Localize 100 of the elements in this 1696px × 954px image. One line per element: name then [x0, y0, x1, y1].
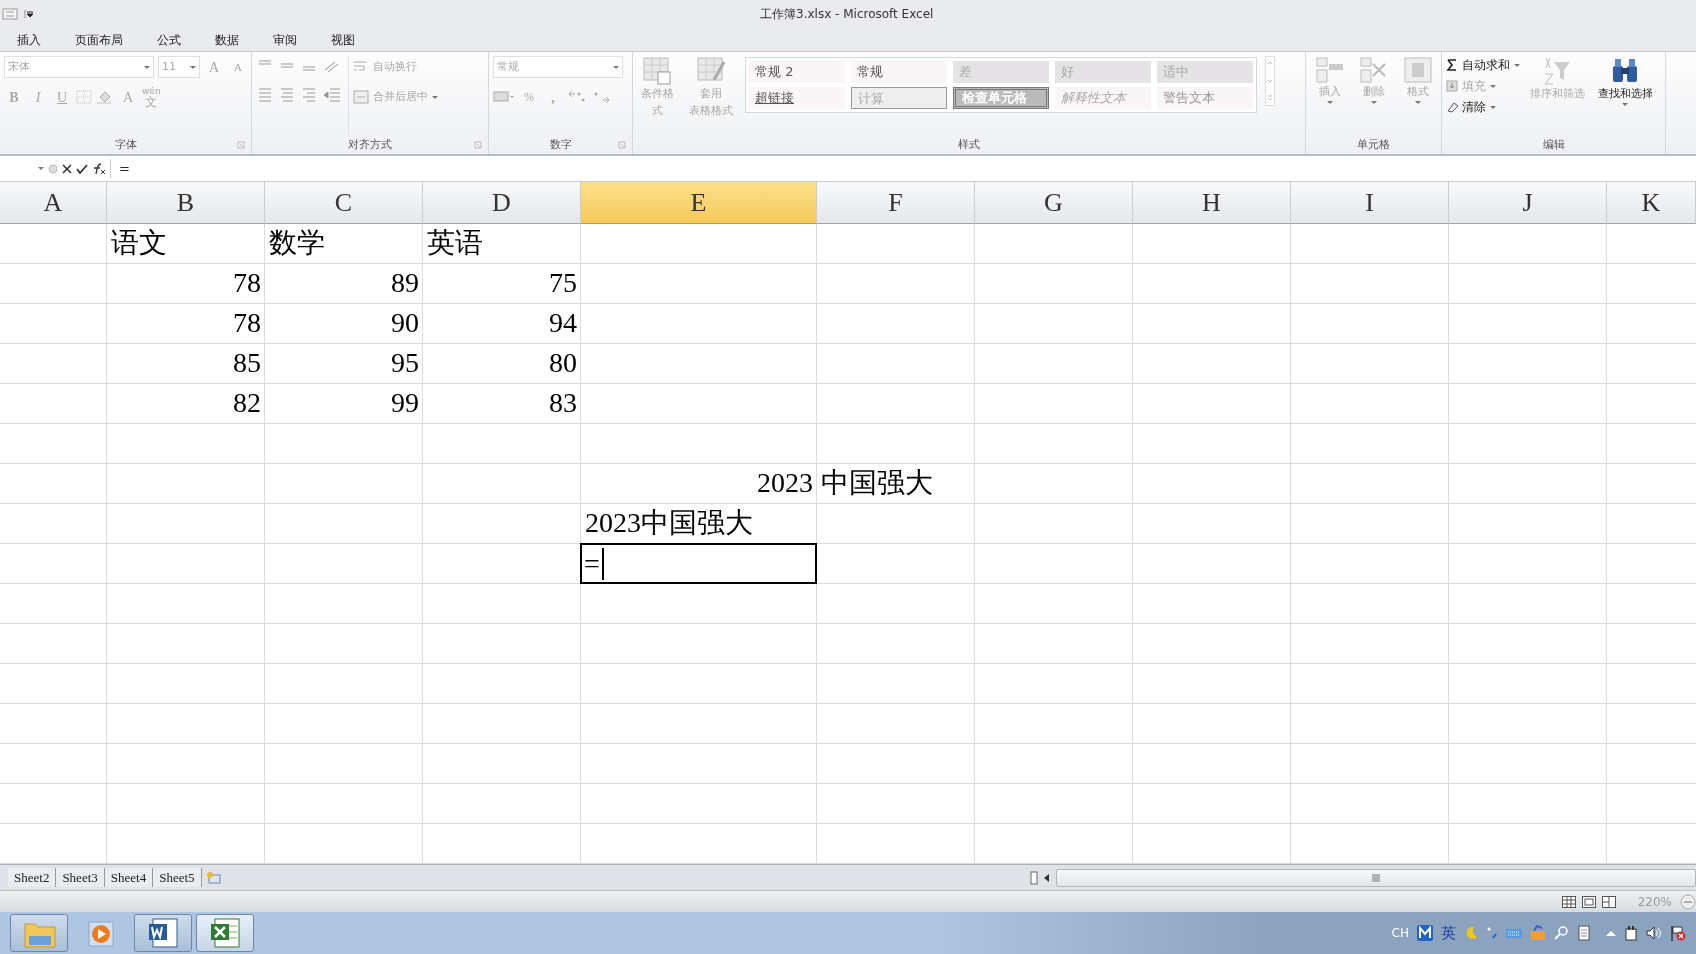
window-title: 工作簿3.xlsx - Microsoft Excel	[760, 6, 934, 23]
cell-text: 95	[391, 346, 419, 380]
caret-icon	[1490, 84, 1496, 88]
ribbon-tab[interactable]: 插入	[0, 30, 58, 49]
window-menu-icon[interactable]	[2, 8, 18, 20]
caret-icon	[38, 167, 44, 170]
cell-text: 78	[233, 306, 261, 340]
new-sheet-icon[interactable]	[205, 870, 222, 885]
cancel-icon[interactable]	[62, 163, 72, 174]
keyboard-icon[interactable]	[1506, 927, 1522, 939]
moon-icon[interactable]	[1464, 926, 1478, 940]
fill-down-icon	[1446, 80, 1458, 92]
customize-toolbar-icon[interactable]	[24, 10, 34, 18]
split-handle-icon[interactable]	[1030, 870, 1038, 885]
column-header[interactable]: B	[107, 182, 265, 224]
column-header[interactable]: A	[0, 182, 107, 224]
cell-text: 78	[233, 266, 261, 300]
taskbar-button[interactable]	[196, 914, 254, 952]
cell-text: 中国强大	[821, 466, 933, 500]
caret-icon	[190, 65, 196, 69]
dialog-launcher-icon[interactable]	[474, 141, 482, 149]
cell-text: 90	[391, 306, 419, 340]
cell-text: 英语	[427, 226, 483, 260]
column-header[interactable]: H	[1133, 182, 1291, 224]
show-hidden-icons-icon[interactable]	[1606, 930, 1616, 936]
cell-text: 83	[549, 386, 577, 420]
find-select-button[interactable]: 查找和选择	[1594, 56, 1656, 136]
caret-icon	[144, 65, 150, 69]
cell-text: 89	[391, 266, 419, 300]
column-header[interactable]: E	[581, 182, 817, 224]
format-cells-icon	[1403, 56, 1433, 84]
active-cell-editor[interactable]: =	[580, 543, 817, 584]
dialog-launcher-icon[interactable]	[237, 141, 245, 149]
search-icon[interactable]	[1554, 925, 1570, 941]
ribbon-tab[interactable]: 页面布局	[58, 30, 140, 49]
language-indicator[interactable]: CH	[1391, 924, 1409, 942]
table-icon	[642, 56, 672, 86]
caret-icon	[613, 65, 619, 69]
cell-text: 80	[549, 346, 577, 380]
zoom-level[interactable]: 220%	[1637, 892, 1672, 911]
insert-cells-icon	[1315, 56, 1345, 84]
enter-check-icon[interactable]	[76, 163, 88, 174]
wrap-text-icon	[353, 60, 369, 74]
cell-text: 75	[549, 266, 577, 300]
zoom-out-icon[interactable]	[1680, 893, 1696, 910]
group-label: 数字	[549, 137, 572, 153]
page-break-icon[interactable]	[1601, 895, 1616, 908]
caret-icon	[1371, 100, 1377, 104]
caret-icon	[432, 95, 438, 99]
column-header[interactable]: C	[265, 182, 423, 224]
cell-text: 85	[233, 346, 261, 380]
expand-handle-icon[interactable]	[48, 163, 58, 174]
ribbon-tab[interactable]: 数据	[198, 30, 256, 49]
normal-view-icon[interactable]	[1561, 895, 1576, 908]
ribbon-tab[interactable]: 视图	[314, 30, 372, 49]
column-header[interactable]: D	[423, 182, 581, 224]
cell-text: 数学	[269, 226, 325, 260]
sheet-tab[interactable]: Sheet4	[104, 867, 154, 888]
sort-filter-icon	[1542, 56, 1572, 86]
taskbar-button[interactable]	[134, 914, 192, 952]
formula-input[interactable]: =	[110, 158, 1696, 179]
caret-icon	[1327, 100, 1333, 104]
sheet-tab[interactable]: Sheet5	[153, 867, 202, 888]
column-header[interactable]: K	[1607, 182, 1696, 224]
eraser-icon	[1446, 101, 1458, 113]
cell-text: 语文	[111, 226, 167, 260]
power-plug-icon[interactable]	[1624, 925, 1638, 941]
sheet-tab[interactable]: Sheet2	[8, 867, 57, 888]
insert-function-icon[interactable]	[92, 162, 106, 175]
column-header[interactable]: F	[817, 182, 975, 224]
cell-text: 94	[549, 306, 577, 340]
punctuation-icon[interactable]	[1486, 926, 1498, 940]
action-center-flag-icon[interactable]	[1670, 925, 1686, 941]
cell-text: 2023	[757, 466, 813, 500]
group-label: 对齐方式	[348, 137, 392, 153]
ribbon-tab[interactable]: 审阅	[256, 30, 314, 49]
editing-clear-button[interactable]: 清除	[1446, 98, 1520, 116]
cell-text: 2023中国强大	[585, 506, 753, 540]
document-icon[interactable]	[1578, 925, 1592, 941]
editing-sum-button[interactable]: 自动求和	[1446, 56, 1520, 74]
ime-mode[interactable]: 英	[1441, 921, 1456, 945]
ribbon-tab[interactable]: 公式	[140, 30, 198, 49]
group-label: 字体	[114, 137, 137, 153]
group-label: 编辑	[1542, 137, 1565, 153]
column-header[interactable]: I	[1291, 182, 1449, 224]
column-header[interactable]: G	[975, 182, 1133, 224]
dialog-launcher-icon[interactable]	[618, 141, 626, 149]
caret-icon	[1415, 100, 1421, 104]
delete-cells-icon	[1359, 56, 1389, 84]
scroll-left-icon[interactable]	[1042, 872, 1052, 883]
grip-icon	[1372, 873, 1380, 882]
horizontal-scrollbar[interactable]	[1056, 868, 1696, 887]
merge-cells-icon	[353, 90, 369, 104]
caret-icon	[1622, 102, 1628, 106]
volume-icon[interactable]	[1646, 926, 1662, 940]
page-layout-icon[interactable]	[1581, 895, 1596, 908]
sheet-tab[interactable]: Sheet3	[56, 867, 105, 888]
ime-m-icon[interactable]	[1417, 925, 1433, 941]
column-header[interactable]: J	[1449, 182, 1607, 224]
toolbox-icon[interactable]	[1530, 925, 1546, 941]
